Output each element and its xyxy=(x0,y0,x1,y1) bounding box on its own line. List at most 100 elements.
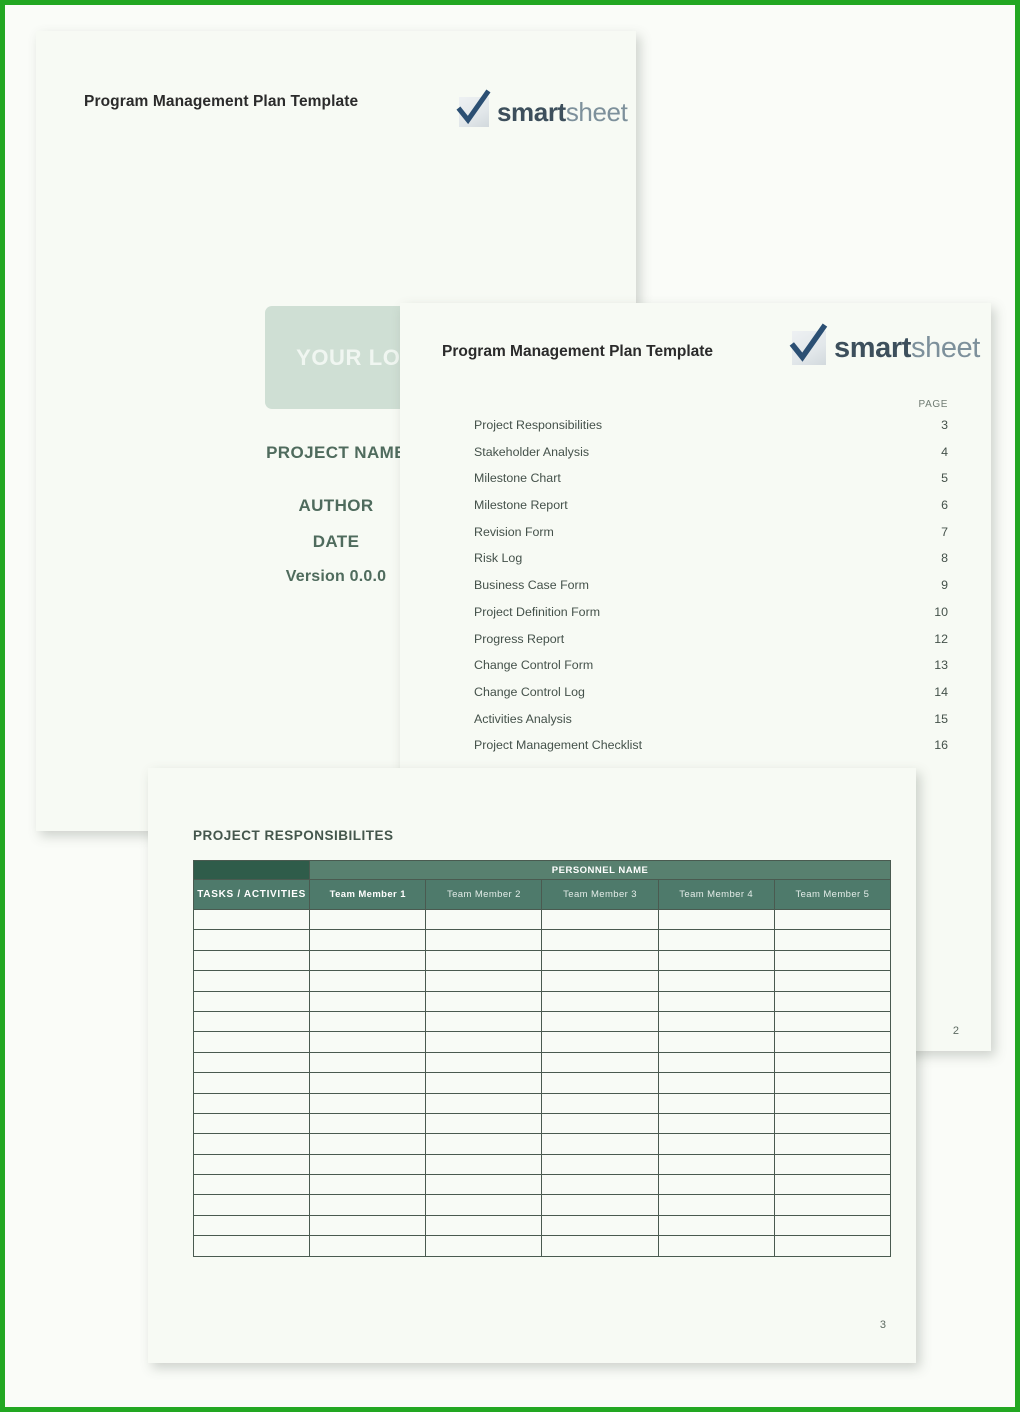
table-cell[interactable] xyxy=(773,1072,892,1094)
table-cell[interactable] xyxy=(425,1031,543,1053)
table-cell[interactable] xyxy=(541,1051,659,1074)
table-cell[interactable] xyxy=(773,929,892,951)
table-cell[interactable] xyxy=(541,1194,659,1216)
table-cell[interactable] xyxy=(657,1072,775,1094)
table-cell[interactable] xyxy=(309,908,427,931)
table-cell[interactable] xyxy=(541,1153,659,1176)
table-cell[interactable] xyxy=(657,929,775,951)
column-header-team-member-3[interactable]: Team Member 3 xyxy=(541,879,659,910)
table-cell[interactable] xyxy=(541,1031,659,1053)
table-cell[interactable] xyxy=(657,990,775,1012)
table-cell[interactable] xyxy=(541,1214,659,1237)
toc-entry[interactable]: Business Case Form 9 xyxy=(442,578,950,605)
toc-entry[interactable]: Project Responsibilities 3 xyxy=(442,418,950,445)
table-cell[interactable] xyxy=(192,1092,311,1114)
table-cell[interactable] xyxy=(425,929,543,951)
table-cell[interactable] xyxy=(309,1092,427,1114)
table-cell[interactable] xyxy=(773,1051,892,1074)
table-cell[interactable] xyxy=(192,1235,311,1257)
table-cell[interactable] xyxy=(425,1194,543,1216)
table-cell[interactable] xyxy=(192,1133,311,1155)
table-cell[interactable] xyxy=(425,1133,543,1155)
table-cell[interactable] xyxy=(657,1133,775,1155)
table-cell[interactable] xyxy=(425,1051,543,1074)
table-cell[interactable] xyxy=(425,949,543,972)
table-cell[interactable] xyxy=(425,1010,543,1033)
table-cell[interactable] xyxy=(425,1072,543,1094)
table-cell[interactable] xyxy=(657,970,775,992)
table-cell[interactable] xyxy=(192,1214,311,1237)
table-cell[interactable] xyxy=(309,970,427,992)
table-cell[interactable] xyxy=(541,1235,659,1257)
table-cell[interactable] xyxy=(657,1214,775,1237)
table-cell[interactable] xyxy=(192,1051,311,1074)
table-cell[interactable] xyxy=(425,1235,543,1257)
toc-entry[interactable]: Progress Report 12 xyxy=(442,632,950,659)
table-cell[interactable] xyxy=(657,1194,775,1216)
table-cell[interactable] xyxy=(192,1174,311,1196)
table-cell[interactable] xyxy=(425,1153,543,1176)
table-cell[interactable] xyxy=(309,1174,427,1196)
table-cell[interactable] xyxy=(309,1072,427,1094)
table-cell[interactable] xyxy=(541,1174,659,1196)
table-cell[interactable] xyxy=(773,1235,892,1257)
table-cell[interactable] xyxy=(773,1112,892,1135)
table-cell[interactable] xyxy=(425,990,543,1012)
table-cell[interactable] xyxy=(309,1010,427,1033)
table-cell[interactable] xyxy=(773,908,892,931)
table-cell[interactable] xyxy=(657,1092,775,1114)
table-cell[interactable] xyxy=(309,1235,427,1257)
toc-entry[interactable]: Change Control Form 13 xyxy=(442,658,950,685)
column-header-team-member-5[interactable]: Team Member 5 xyxy=(773,879,892,910)
table-cell[interactable] xyxy=(192,1153,311,1176)
table-cell[interactable] xyxy=(425,1112,543,1135)
table-cell[interactable] xyxy=(425,1174,543,1196)
table-cell[interactable] xyxy=(773,949,892,972)
table-cell[interactable] xyxy=(773,1031,892,1053)
table-cell[interactable] xyxy=(541,970,659,992)
table-cell[interactable] xyxy=(773,970,892,992)
table-cell[interactable] xyxy=(657,908,775,931)
table-cell[interactable] xyxy=(192,949,311,972)
table-cell[interactable] xyxy=(541,990,659,1012)
table-cell[interactable] xyxy=(541,949,659,972)
toc-entry[interactable]: Milestone Report 6 xyxy=(442,498,950,525)
table-cell[interactable] xyxy=(192,929,311,951)
table-cell[interactable] xyxy=(541,1010,659,1033)
toc-entry[interactable]: Project Management Checklist 16 xyxy=(442,738,950,765)
table-cell[interactable] xyxy=(309,1194,427,1216)
table-cell[interactable] xyxy=(657,1010,775,1033)
toc-entry[interactable]: Activities Analysis 15 xyxy=(442,712,950,739)
toc-entry[interactable]: Risk Log 8 xyxy=(442,551,950,578)
toc-entry[interactable]: Revision Form 7 xyxy=(442,525,950,552)
table-cell[interactable] xyxy=(309,1112,427,1135)
column-header-team-member-2[interactable]: Team Member 2 xyxy=(425,879,543,910)
toc-entry[interactable]: Change Control Log 14 xyxy=(442,685,950,712)
table-cell[interactable] xyxy=(541,908,659,931)
column-header-tasks[interactable]: TASKS / ACTIVITIES xyxy=(192,879,311,910)
table-cell[interactable] xyxy=(425,970,543,992)
table-cell[interactable] xyxy=(541,1072,659,1094)
toc-entry[interactable]: Milestone Chart 5 xyxy=(442,471,950,498)
table-cell[interactable] xyxy=(192,1112,311,1135)
table-cell[interactable] xyxy=(192,990,311,1012)
table-cell[interactable] xyxy=(541,1112,659,1135)
table-cell[interactable] xyxy=(192,1194,311,1216)
table-cell[interactable] xyxy=(541,1092,659,1114)
table-cell[interactable] xyxy=(192,1072,311,1094)
table-cell[interactable] xyxy=(657,1112,775,1135)
table-cell[interactable] xyxy=(773,1194,892,1216)
table-cell[interactable] xyxy=(657,1174,775,1196)
table-cell[interactable] xyxy=(425,908,543,931)
table-cell[interactable] xyxy=(309,990,427,1012)
table-cell[interactable] xyxy=(309,1133,427,1155)
table-cell[interactable] xyxy=(309,1214,427,1237)
table-cell[interactable] xyxy=(309,1031,427,1053)
table-cell[interactable] xyxy=(773,1092,892,1114)
table-cell[interactable] xyxy=(309,1051,427,1074)
table-cell[interactable] xyxy=(657,1153,775,1176)
table-cell[interactable] xyxy=(773,1153,892,1176)
table-cell[interactable] xyxy=(657,1051,775,1074)
table-cell[interactable] xyxy=(192,908,311,931)
table-cell[interactable] xyxy=(657,949,775,972)
